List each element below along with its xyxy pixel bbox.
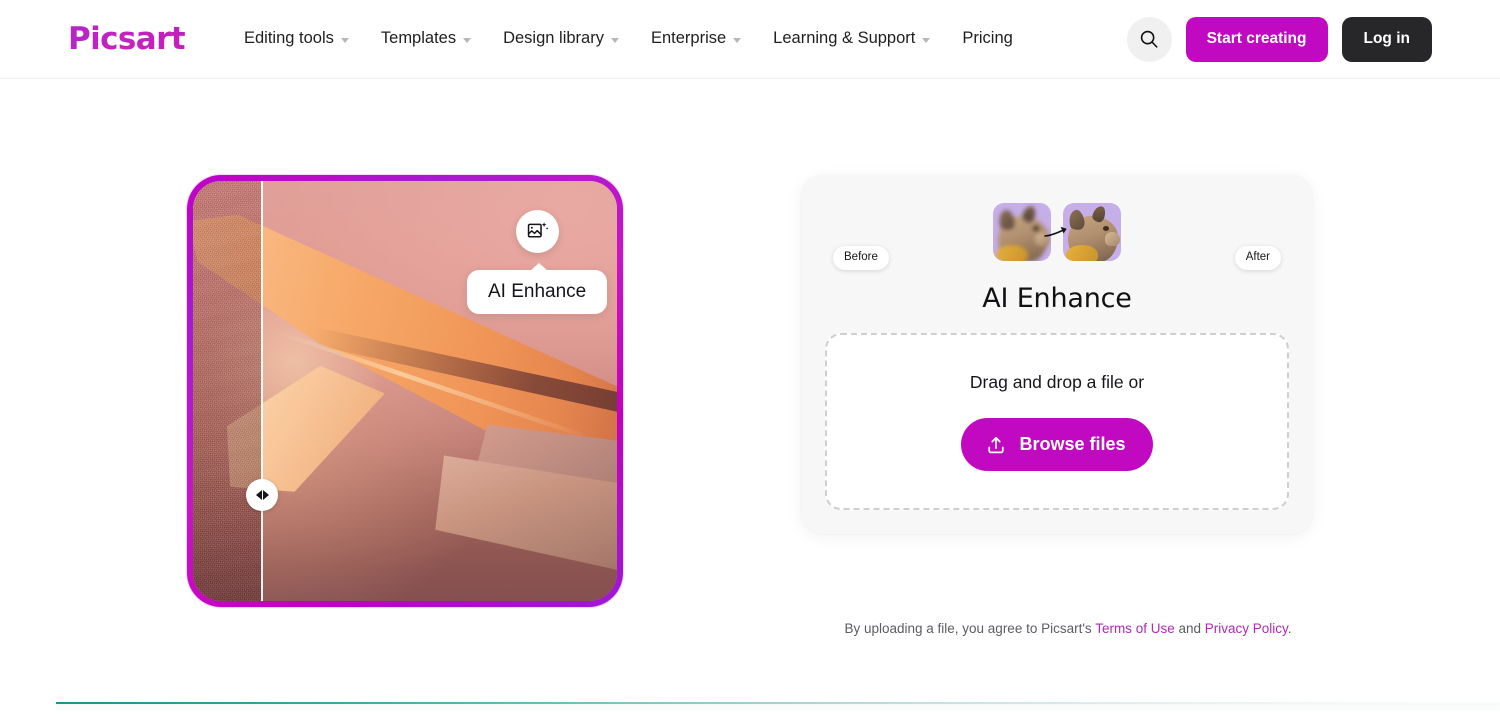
login-button[interactable]: Log in xyxy=(1341,16,1432,62)
nav-item-label: Editing tools xyxy=(244,29,334,48)
nav-item-label: Learning & Support xyxy=(773,29,916,48)
search-button[interactable] xyxy=(1126,16,1172,62)
dog-chest xyxy=(1066,244,1098,261)
main-content: AI Enhance Before After AI Enhance Drag … xyxy=(0,79,1500,714)
right-arrow-icon xyxy=(262,490,269,500)
next-section-top-edge xyxy=(56,700,1500,714)
nav-item-enterprise[interactable]: Enterprise xyxy=(635,21,757,57)
nav-item-templates[interactable]: Templates xyxy=(365,21,487,57)
chevron-down-icon xyxy=(463,37,472,43)
chevron-down-icon xyxy=(733,37,742,43)
before-after-preview[interactable]: AI Enhance xyxy=(187,175,623,607)
dog-snout xyxy=(1104,232,1120,246)
header-actions: Start creating Log in xyxy=(1126,16,1432,62)
before-label-pill: Before xyxy=(833,246,889,270)
browse-files-label: Browse files xyxy=(1019,434,1126,454)
upload-icon xyxy=(988,436,1005,453)
comparison-divider-line xyxy=(261,181,263,601)
nav-item-editing-tools[interactable]: Editing tools xyxy=(244,21,365,57)
card-title: AI Enhance xyxy=(982,283,1132,314)
ai-enhance-tooltip[interactable]: AI Enhance xyxy=(467,263,608,314)
after-label-pill: After xyxy=(1234,246,1281,270)
chevron-down-icon xyxy=(610,37,619,43)
nav-item-design-library[interactable]: Design library xyxy=(487,21,635,57)
nav-item-label: Templates xyxy=(380,29,457,48)
nav-item-pricing[interactable]: Pricing xyxy=(946,21,1028,57)
dropzone-label: Drag and drop a file or xyxy=(969,372,1145,392)
privacy-policy-link[interactable]: Privacy Policy xyxy=(1205,621,1288,636)
search-icon xyxy=(1140,30,1158,48)
arrow-right-icon xyxy=(1043,225,1071,246)
nav-item-label: Pricing xyxy=(962,29,1013,48)
dog-chest xyxy=(996,244,1028,261)
terms-middle: and xyxy=(1174,621,1205,636)
terms-suffix: . xyxy=(1287,621,1292,636)
file-dropzone[interactable]: Drag and drop a file or Browse files xyxy=(825,333,1289,510)
comparison-slider-handle[interactable] xyxy=(246,479,278,511)
browse-files-button[interactable]: Browse files xyxy=(961,418,1153,471)
nav-item-learning-support[interactable]: Learning & Support xyxy=(757,21,946,57)
ai-enhance-badge-button[interactable] xyxy=(516,210,559,253)
terms-of-use-link[interactable]: Terms of Use xyxy=(1095,621,1175,636)
before-after-thumbnails: Before After xyxy=(825,203,1289,270)
chevron-down-icon xyxy=(922,37,931,43)
chevron-down-icon xyxy=(340,37,349,43)
nav-item-label: Design library xyxy=(503,29,604,48)
image-sparkle-icon xyxy=(527,222,549,238)
nav-item-label: Enterprise xyxy=(650,29,727,48)
terms-disclaimer: By uploading a file, you agree to Picsar… xyxy=(812,620,1324,639)
before-darken-overlay xyxy=(193,181,261,601)
picsart-logo[interactable]: Picsart xyxy=(68,23,186,55)
ai-enhance-upload-card: Before After AI Enhance Drag and drop a … xyxy=(801,175,1313,534)
site-header: Picsart Editing tools Templates Design l… xyxy=(0,0,1500,79)
terms-prefix: By uploading a file, you agree to Picsar… xyxy=(844,621,1096,636)
main-navigation: Editing tools Templates Design library E… xyxy=(244,21,1029,57)
left-arrow-icon xyxy=(255,490,262,500)
after-thumbnail xyxy=(1063,203,1121,261)
start-creating-button[interactable]: Start creating xyxy=(1185,16,1328,62)
preview-image-frame: AI Enhance xyxy=(193,181,617,601)
before-noisy-region xyxy=(193,181,261,601)
